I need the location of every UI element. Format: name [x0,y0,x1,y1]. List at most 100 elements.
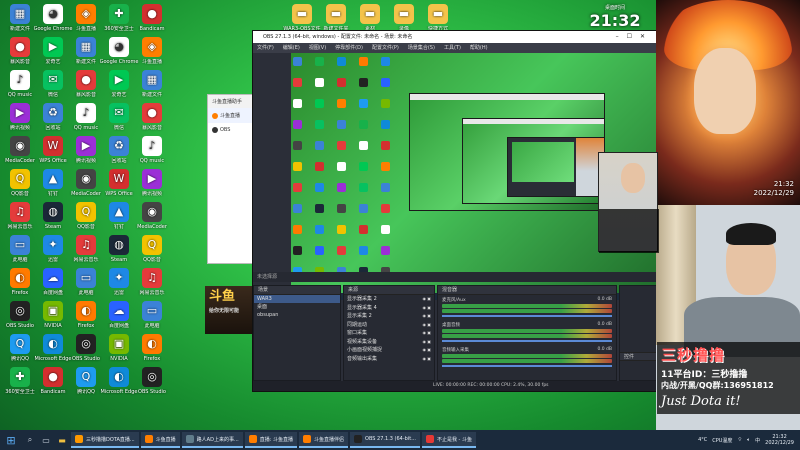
source-item[interactable]: 显示器采集 2 ◉ ▣ [344,295,434,304]
task-view-icon[interactable]: ▭ [38,430,54,450]
source-item[interactable]: 小画面视频捕捉 ◉ ▣ [344,346,434,355]
source-item[interactable]: 显示器采集 4 ◉ ▣ [344,304,434,313]
app-icon: ▣ [109,334,129,354]
ime-icon[interactable]: 中 [755,437,760,444]
obs-menubar[interactable]: 文件(F) 编辑(E) 视图(V) 停靠部件(D) 配置文件(P) 场景集合(S) 工具(T… [253,43,657,53]
menu-item[interactable]: 配置文件(P) [372,43,399,53]
menu-item[interactable]: 文件(F) [257,43,274,53]
sources-dock[interactable]: 来源 显示器采集 2 ◉ ▣ 显示器采集 4 ◉ ▣ 显示采集 2 ◉ ▣ 同期运动 ◉ ▣ 窗… [343,285,435,381]
desktop-icon[interactable]: Q QQ影音 [130,235,174,269]
mixer-list[interactable]: 麦克风/Aux 0.0 dB 桌面音频 0.0 dB 音频输入采集 0.0 dB [438,295,616,367]
scene-item[interactable]: WAR3 [254,295,340,303]
controls-dock[interactable]: 控件 [619,285,657,381]
desktop-icon[interactable]: ● Bandicam [130,4,174,38]
visibility-lock-icon[interactable]: ◉ ▣ [422,321,431,330]
desktop-icon[interactable]: ◐ Firefox [130,334,174,368]
visibility-lock-icon[interactable]: ◉ ▣ [422,312,431,321]
system-tray[interactable]: 4°C CPU温度 ⌔ 🔈︎ 中 21:32 2022/12/29 [698,430,800,450]
taskbar-task[interactable]: 斗鱼直播伴侣 [299,432,349,448]
task-label: 三秒撸撸DOTA直播... [86,436,135,443]
nested-titlebar [463,119,604,124]
menu-item[interactable]: 停靠部件(D) [335,43,363,53]
window-controls[interactable]: –☐✕ [616,31,653,43]
desktop-icon[interactable]: ● 暴风影音 [130,103,174,137]
desktop-icon[interactable]: ♪ QQ music [130,136,174,170]
preview-icon [293,162,302,171]
weather[interactable]: 4°C [698,437,707,443]
preview-icon [293,57,302,66]
taskbar-task[interactable]: OBS 27.1.3 (64-bit... [350,432,420,448]
menu-item[interactable]: 视图(V) [309,43,326,53]
menu-item[interactable]: 工具(T) [444,43,461,53]
visibility-lock-icon[interactable]: ◉ ▣ [422,355,431,364]
source-item[interactable]: 视频采集设备 ◉ ▣ [344,338,434,347]
volume-slider[interactable] [442,315,612,317]
taskbar-task[interactable]: 三秒撸撸DOTA直播... [71,432,139,448]
taskbar-task[interactable]: 路人AD上来的事... [181,432,243,448]
app-icon: ▭ [76,268,96,288]
desktop-icon[interactable]: ◈ 斗鱼直播 [130,37,174,71]
menu-item[interactable]: 帮助(H) [470,43,488,53]
search-icon[interactable]: ⌕ [22,430,38,450]
visibility-lock-icon[interactable]: ◉ ▣ [422,295,431,304]
task-label: 斗鱼直播伴侣 [314,436,345,443]
scene-item[interactable]: 桌面 [254,303,340,311]
taskbar-task[interactable]: 斗鱼直播 [140,432,180,448]
sources-list[interactable]: 显示器采集 2 ◉ ▣ 显示器采集 4 ◉ ▣ 显示采集 2 ◉ ▣ 同期运动 ◉ ▣ 窗口采集… [344,295,434,363]
nested-titlebar [410,94,604,100]
cpu-temp[interactable]: CPU温度 [712,437,732,444]
desktop-icon[interactable]: ▦ 新建文件 [130,70,174,104]
preview-icon [337,120,346,129]
volume-icon[interactable]: 🔈︎ [747,437,750,443]
file-explorer-icon[interactable]: ▬ [54,430,70,450]
preview-icon [293,204,302,213]
desktop-icon[interactable]: ▭ 此电脑 [130,301,174,335]
app-icon: ♻ [43,103,63,123]
desktop-icon[interactable]: ◎ OBS Studio [130,367,174,401]
source-item[interactable]: 显示采集 2 ◉ ▣ [344,312,434,321]
taskbar-task[interactable]: 不止是我 - 斗鱼 [421,432,476,448]
obs-titlebar[interactable]: OBS 27.1.3 (64-bit, windows) - 配置文件: 未命名… [253,31,657,43]
mixer-dock[interactable]: 混音器 麦克风/Aux 0.0 dB 桌面音频 0.0 dB 音频输入采集 0.0 dB [437,285,617,381]
volume-slider[interactable] [442,340,612,342]
app-icon: ▶ [109,70,129,90]
desktop-icon[interactable]: ♫ 网易云音乐 [130,268,174,302]
network-icon[interactable]: ⌔ [737,437,742,443]
app-icon: ◐ [76,301,96,321]
visibility-lock-icon[interactable]: ◉ ▣ [422,329,431,338]
menu-item[interactable]: 编辑(E) [283,43,300,53]
volume-slider[interactable] [442,365,612,367]
preview-icon [293,120,302,129]
desktop-icon[interactable]: ◉ MediaCoder [130,202,174,236]
app-icon: ♪ [76,103,96,123]
douyu-ad-banner[interactable]: 斗鱼 给你无限可能 [205,286,255,334]
app-icon: ▲ [109,202,129,222]
source-label: 小画面视频捕捉 [347,347,383,353]
preview-icon [359,78,368,87]
app-icon: ◐ [109,367,129,387]
scenes-dock[interactable]: 场景 WAR3 桌面 obsupan [253,285,341,381]
visibility-lock-icon[interactable]: ◉ ▣ [422,346,431,355]
app-icon: ♫ [142,268,162,288]
popup-item-obs[interactable]: OBS [208,123,254,137]
start-button[interactable]: ⊞ [0,430,22,450]
preview-icon [359,120,368,129]
menu-item[interactable]: 场景集合(S) [408,43,435,53]
visibility-lock-icon[interactable]: ◉ ▣ [422,304,431,313]
app-icon: ◉ [10,136,30,156]
douyu-assistant-window[interactable]: 斗鱼直播助手 斗鱼直播 OBS [207,94,255,264]
desktop-icon[interactable]: ▶ 腾讯视频 [130,169,174,203]
scene-item[interactable]: obsupan [254,311,340,319]
preview-icon [381,120,390,129]
visibility-lock-icon[interactable]: ◉ ▣ [422,338,431,347]
taskbar-tasks[interactable]: 三秒撸撸DOTA直播... 斗鱼直播 路人AD上来的事... 直播: 斗鱼直播 斗鱼直播… [70,432,477,448]
source-item[interactable]: 窗口采集 ◉ ▣ [344,329,434,338]
taskbar-clock[interactable]: 21:32 2022/12/29 [765,434,794,446]
obs-left-strip [253,53,291,300]
source-item[interactable]: 同期运动 ◉ ▣ [344,321,434,330]
volume-meter [442,354,612,358]
taskbar-task[interactable]: 直播: 斗鱼直播 [244,432,297,448]
preview-icon [293,78,302,87]
source-item[interactable]: 音频输出采集 ◉ ▣ [344,355,434,364]
popup-item-douyu[interactable]: 斗鱼直播 [208,108,254,123]
